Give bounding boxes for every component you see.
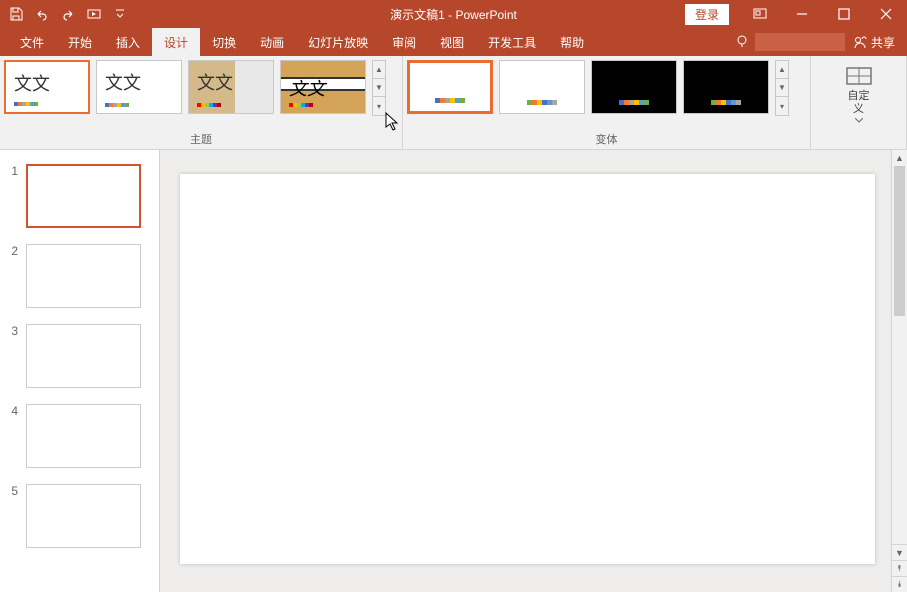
- variant-thumb-1[interactable]: [407, 60, 493, 114]
- variants-group-label: 变体: [403, 131, 810, 147]
- customize-group: 自定 义: [811, 56, 907, 149]
- gallery-expand-button[interactable]: ▾: [373, 97, 385, 115]
- themes-gallery: 文文 文文 文文 文文 ▲ ▼ ▾: [4, 60, 398, 116]
- next-slide-button[interactable]: ⯯: [892, 576, 907, 592]
- document-title: 演示文稿1 - PowerPoint: [390, 6, 517, 23]
- tab-view[interactable]: 视图: [428, 28, 476, 56]
- slide-thumb-row: 3: [0, 320, 159, 400]
- theme-thumb-2[interactable]: 文文: [96, 60, 182, 114]
- login-button[interactable]: 登录: [685, 4, 729, 25]
- slide-number: 4: [8, 404, 18, 418]
- qat-dropdown-icon[interactable]: [108, 2, 132, 26]
- theme-thumb-4[interactable]: 文文: [280, 60, 366, 114]
- tab-home[interactable]: 开始: [56, 28, 104, 56]
- title-bar: 演示文稿1 - PowerPoint 登录: [0, 0, 907, 28]
- maximize-button[interactable]: [823, 0, 865, 28]
- slide-thumb-row: 4: [0, 400, 159, 480]
- title-bar-right: 登录: [685, 0, 907, 28]
- gallery-scroll-up-button[interactable]: ▲: [373, 61, 385, 79]
- slide-thumb-5[interactable]: [26, 484, 141, 548]
- tab-transitions[interactable]: 切换: [200, 28, 248, 56]
- scroll-up-button[interactable]: ▲: [892, 150, 907, 166]
- vertical-scrollbar[interactable]: ▲ ▼ ⯭ ⯯: [891, 150, 907, 592]
- slide-thumb-row: 2: [0, 240, 159, 320]
- variants-gallery: ▲ ▼ ▾: [407, 60, 806, 116]
- undo-button[interactable]: [30, 2, 54, 26]
- quick-access-toolbar: [0, 2, 132, 26]
- themes-group-label: 主题: [0, 131, 402, 147]
- main-area: 1 2 3 4 5 ▲ ▼ ⯭ ⯯: [0, 150, 907, 592]
- slide-number: 2: [8, 244, 18, 258]
- variants-group: ▲ ▼ ▾ 变体: [403, 56, 811, 149]
- slide-thumb-4[interactable]: [26, 404, 141, 468]
- slide-thumb-3[interactable]: [26, 324, 141, 388]
- slide-thumb-2[interactable]: [26, 244, 141, 308]
- slide-editing-pane: [160, 150, 891, 592]
- start-from-beginning-button[interactable]: [82, 2, 106, 26]
- ribbon: 文文 文文 文文 文文 ▲ ▼ ▾ 主题: [0, 56, 907, 150]
- share-button[interactable]: 共享: [853, 34, 895, 51]
- slide-number: 3: [8, 324, 18, 338]
- slide-number: 1: [8, 164, 18, 178]
- slide-size-icon: [845, 64, 873, 88]
- tab-animations[interactable]: 动画: [248, 28, 296, 56]
- slide-thumb-row: 1: [0, 160, 159, 240]
- lightbulb-icon: [735, 35, 749, 49]
- share-icon: [853, 35, 867, 49]
- variant-thumb-3[interactable]: [591, 60, 677, 114]
- theme-thumb-1[interactable]: 文文: [4, 60, 90, 114]
- tab-slideshow[interactable]: 幻灯片放映: [296, 28, 380, 56]
- slide-number: 5: [8, 484, 18, 498]
- customize-button[interactable]: 自定 义: [839, 62, 879, 125]
- tab-developer[interactable]: 开发工具: [476, 28, 548, 56]
- customize-label: 自定 义: [848, 90, 870, 116]
- scroll-thumb[interactable]: [894, 166, 905, 316]
- close-button[interactable]: [865, 0, 907, 28]
- slide-thumb-row: 5: [0, 480, 159, 560]
- variants-scroll-down-button[interactable]: ▼: [776, 79, 788, 97]
- redo-button[interactable]: [56, 2, 80, 26]
- tab-insert[interactable]: 插入: [104, 28, 152, 56]
- slide-thumbnail-pane[interactable]: 1 2 3 4 5: [0, 150, 160, 592]
- share-label: 共享: [871, 34, 895, 51]
- previous-slide-button[interactable]: ⯭: [892, 560, 907, 576]
- tab-design[interactable]: 设计: [152, 28, 200, 56]
- scroll-down-button[interactable]: ▼: [892, 544, 907, 560]
- tab-file[interactable]: 文件: [8, 28, 56, 56]
- variants-gallery-spinner: ▲ ▼ ▾: [775, 60, 789, 116]
- variant-thumb-4[interactable]: [683, 60, 769, 114]
- save-button[interactable]: [4, 2, 28, 26]
- variants-scroll-up-button[interactable]: ▲: [776, 61, 788, 79]
- minimize-button[interactable]: [781, 0, 823, 28]
- ribbon-tabs: 文件 开始 插入 设计 切换 动画 幻灯片放映 审阅 视图 开发工具 帮助 共享: [0, 28, 907, 56]
- ribbon-display-options-button[interactable]: [739, 0, 781, 28]
- themes-gallery-spinner: ▲ ▼ ▾: [372, 60, 386, 116]
- tab-help[interactable]: 帮助: [548, 28, 596, 56]
- theme-thumb-3[interactable]: 文文: [188, 60, 274, 114]
- variants-expand-button[interactable]: ▾: [776, 97, 788, 115]
- gallery-scroll-down-button[interactable]: ▼: [373, 79, 385, 97]
- variant-thumb-2[interactable]: [499, 60, 585, 114]
- slide-thumb-1[interactable]: [26, 164, 141, 228]
- tell-me-input[interactable]: [755, 33, 845, 51]
- slide-canvas[interactable]: [180, 174, 875, 564]
- tab-review[interactable]: 审阅: [380, 28, 428, 56]
- tell-me-search[interactable]: [735, 33, 845, 51]
- dropdown-icon: [855, 118, 863, 123]
- themes-group: 文文 文文 文文 文文 ▲ ▼ ▾ 主题: [0, 56, 403, 149]
